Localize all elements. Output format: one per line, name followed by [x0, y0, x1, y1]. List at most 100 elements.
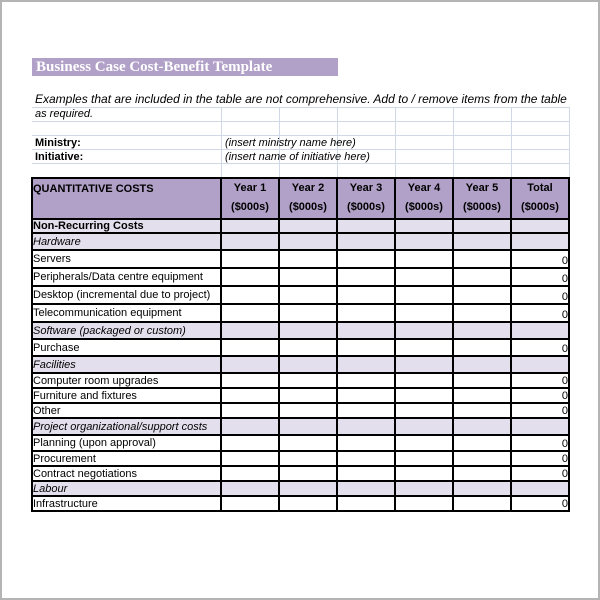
- year-5-cell[interactable]: [452, 285, 512, 305]
- total-cell[interactable]: 0: [510, 338, 570, 357]
- total-cell[interactable]: [510, 218, 570, 234]
- year-5-cell[interactable]: [452, 218, 512, 234]
- year-2-cell[interactable]: [278, 355, 338, 374]
- year-1-cell[interactable]: [220, 450, 280, 467]
- year-3-cell[interactable]: [336, 450, 396, 467]
- year-4-cell[interactable]: [394, 338, 454, 357]
- year-5-cell[interactable]: [452, 387, 512, 404]
- year-3-cell[interactable]: [336, 267, 396, 287]
- year-1-cell[interactable]: [220, 417, 280, 436]
- year-2-cell[interactable]: [278, 417, 338, 436]
- year-5-cell[interactable]: [452, 434, 512, 452]
- year-3-cell[interactable]: [336, 434, 396, 452]
- year-5-cell[interactable]: [452, 450, 512, 467]
- year-5-cell[interactable]: [452, 372, 512, 389]
- year-1-cell[interactable]: [220, 480, 280, 497]
- year-3-cell[interactable]: [336, 495, 396, 512]
- year-2-cell[interactable]: [278, 285, 338, 305]
- year-4-cell[interactable]: [394, 303, 454, 323]
- year-1-cell[interactable]: [220, 321, 280, 340]
- year-5-cell[interactable]: [452, 480, 512, 497]
- year-1-cell[interactable]: [220, 249, 280, 269]
- year-1-cell[interactable]: [220, 267, 280, 287]
- total-cell[interactable]: 0: [510, 465, 570, 482]
- total-cell[interactable]: [510, 355, 570, 374]
- year-5-cell[interactable]: [452, 402, 512, 419]
- year-2-cell[interactable]: [278, 303, 338, 323]
- year-3-cell[interactable]: [336, 285, 396, 305]
- year-3-cell[interactable]: [336, 321, 396, 340]
- year-3-cell[interactable]: [336, 303, 396, 323]
- year-1-cell[interactable]: [220, 232, 280, 251]
- year-2-cell[interactable]: [278, 402, 338, 419]
- year-2-cell[interactable]: [278, 232, 338, 251]
- year-3-cell[interactable]: [336, 355, 396, 374]
- year-2-cell[interactable]: [278, 218, 338, 234]
- total-cell[interactable]: [510, 417, 570, 436]
- year-3-cell[interactable]: [336, 372, 396, 389]
- total-cell[interactable]: 0: [510, 372, 570, 389]
- year-2-cell[interactable]: [278, 249, 338, 269]
- year-5-cell[interactable]: [452, 417, 512, 436]
- total-cell[interactable]: 0: [510, 267, 570, 287]
- total-cell[interactable]: 0: [510, 285, 570, 305]
- year-5-cell[interactable]: [452, 303, 512, 323]
- year-4-cell[interactable]: [394, 402, 454, 419]
- year-2-cell[interactable]: [278, 450, 338, 467]
- year-1-cell[interactable]: [220, 402, 280, 419]
- year-4-cell[interactable]: [394, 218, 454, 234]
- year-3-cell[interactable]: [336, 218, 396, 234]
- year-4-cell[interactable]: [394, 495, 454, 512]
- year-3-cell[interactable]: [336, 465, 396, 482]
- year-4-cell[interactable]: [394, 465, 454, 482]
- year-2-cell[interactable]: [278, 434, 338, 452]
- total-cell[interactable]: 0: [510, 434, 570, 452]
- year-2-cell[interactable]: [278, 387, 338, 404]
- year-4-cell[interactable]: [394, 434, 454, 452]
- year-2-cell[interactable]: [278, 338, 338, 357]
- year-1-cell[interactable]: [220, 495, 280, 512]
- total-cell[interactable]: [510, 232, 570, 251]
- year-5-cell[interactable]: [452, 249, 512, 269]
- year-1-cell[interactable]: [220, 387, 280, 404]
- year-4-cell[interactable]: [394, 285, 454, 305]
- year-3-cell[interactable]: [336, 417, 396, 436]
- initiative-field[interactable]: (insert name of initiative here): [225, 151, 370, 164]
- year-1-cell[interactable]: [220, 465, 280, 482]
- year-3-cell[interactable]: [336, 249, 396, 269]
- year-3-cell[interactable]: [336, 480, 396, 497]
- year-2-cell[interactable]: [278, 495, 338, 512]
- year-3-cell[interactable]: [336, 387, 396, 404]
- year-4-cell[interactable]: [394, 321, 454, 340]
- year-2-cell[interactable]: [278, 480, 338, 497]
- total-cell[interactable]: 0: [510, 387, 570, 404]
- ministry-field[interactable]: (insert ministry name here): [225, 137, 356, 150]
- year-1-cell[interactable]: [220, 218, 280, 234]
- total-cell[interactable]: 0: [510, 303, 570, 323]
- year-4-cell[interactable]: [394, 355, 454, 374]
- year-1-cell[interactable]: [220, 303, 280, 323]
- year-1-cell[interactable]: [220, 434, 280, 452]
- year-5-cell[interactable]: [452, 495, 512, 512]
- year-5-cell[interactable]: [452, 355, 512, 374]
- year-4-cell[interactable]: [394, 450, 454, 467]
- year-4-cell[interactable]: [394, 249, 454, 269]
- year-3-cell[interactable]: [336, 232, 396, 251]
- year-1-cell[interactable]: [220, 285, 280, 305]
- year-3-cell[interactable]: [336, 338, 396, 357]
- total-cell[interactable]: [510, 321, 570, 340]
- year-4-cell[interactable]: [394, 232, 454, 251]
- year-4-cell[interactable]: [394, 267, 454, 287]
- total-cell[interactable]: 0: [510, 450, 570, 467]
- year-5-cell[interactable]: [452, 321, 512, 340]
- year-3-cell[interactable]: [336, 402, 396, 419]
- year-5-cell[interactable]: [452, 232, 512, 251]
- year-5-cell[interactable]: [452, 465, 512, 482]
- year-4-cell[interactable]: [394, 480, 454, 497]
- year-2-cell[interactable]: [278, 465, 338, 482]
- year-5-cell[interactable]: [452, 338, 512, 357]
- year-4-cell[interactable]: [394, 387, 454, 404]
- year-2-cell[interactable]: [278, 372, 338, 389]
- year-5-cell[interactable]: [452, 267, 512, 287]
- total-cell[interactable]: 0: [510, 495, 570, 512]
